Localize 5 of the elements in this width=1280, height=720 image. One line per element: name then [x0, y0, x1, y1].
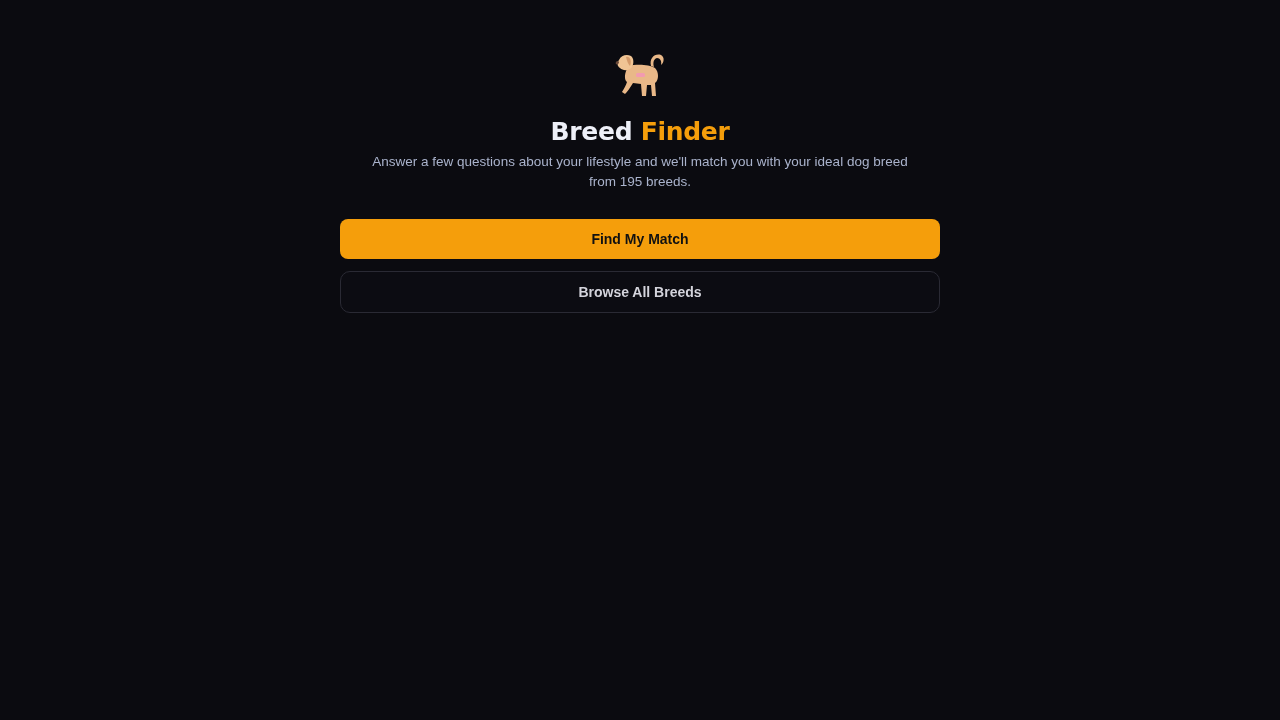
browse-button[interactable]: Browse All Breeds [340, 271, 940, 313]
intro-text: Answer a few questions about your lifestyle and we'll match you with your ideal dog breed from 195 breeds. [371, 153, 909, 191]
page-title: Breed Finder [550, 116, 730, 148]
match-button[interactable]: Find My Match [340, 219, 940, 259]
dog-icon [615, 52, 665, 98]
